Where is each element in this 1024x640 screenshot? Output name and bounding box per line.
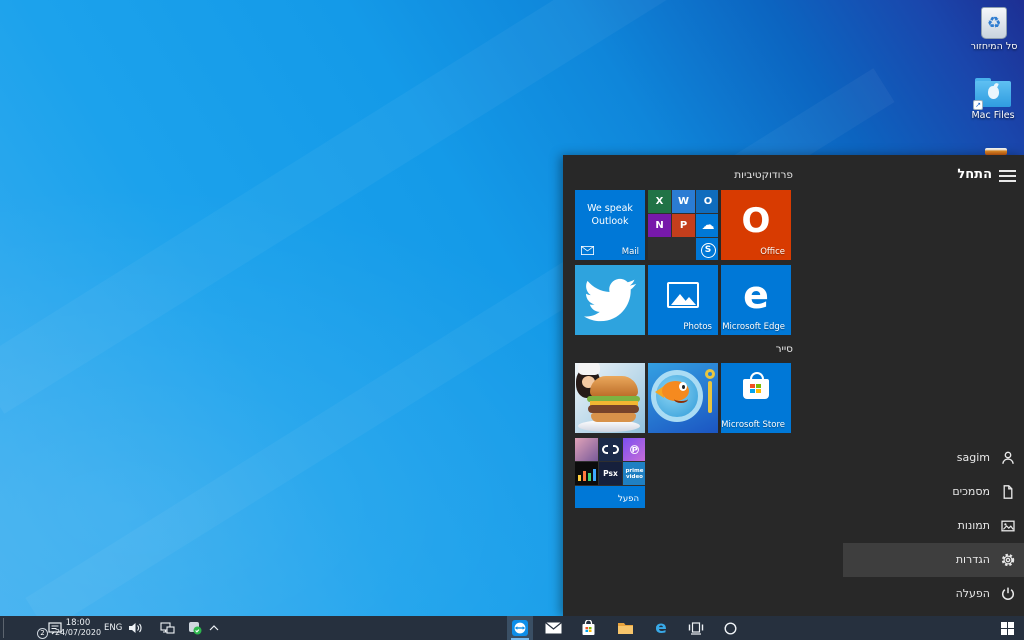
tray-app-button[interactable]	[184, 616, 206, 640]
word-icon: W	[672, 190, 695, 213]
tile-label: Microsoft Edge	[722, 322, 785, 332]
ethernet-icon	[160, 622, 175, 635]
document-icon	[1000, 484, 1016, 500]
user-icon	[1000, 450, 1016, 466]
taskbar-store-button[interactable]	[575, 616, 601, 640]
language-indicator[interactable]: ENG	[104, 623, 122, 633]
chevron-up-icon	[209, 625, 219, 631]
show-desktop-strip[interactable]	[3, 618, 4, 638]
windows-logo-icon	[1001, 622, 1014, 635]
tile-office-group[interactable]: X W O N P ☁ S	[648, 190, 718, 260]
tile-cooking-fever[interactable]	[575, 363, 645, 433]
recycle-bin-icon[interactable]: ♻ סל המיחזור	[966, 7, 1022, 52]
edge-logo-icon: e	[743, 273, 769, 317]
taskbar-edge-button[interactable]: e	[648, 616, 674, 640]
tile-mail[interactable]: We speak Outlook Mail	[575, 190, 645, 260]
clock[interactable]: 18:00 24/07/2020	[52, 618, 104, 638]
folder-icon: ↗	[975, 78, 1011, 108]
powerpoint-icon: P	[672, 214, 695, 237]
taskbar-mail-button[interactable]	[540, 616, 566, 640]
app-status-icon	[188, 621, 202, 635]
tile-section-header-productivity: פרודוקטיביות	[734, 169, 793, 181]
cortana-button[interactable]	[717, 616, 743, 640]
volume-button[interactable]	[124, 616, 146, 640]
desktop: ♻ סל המיחזור ↗ Mac Files התחל פרודוקטיבי…	[0, 0, 1024, 640]
sidebar-item-label: מסמכים	[952, 485, 990, 498]
tile-label: Mail	[622, 247, 639, 257]
start-menu: התחל פרודוקטיביות We speak Outlook Mail …	[563, 155, 1024, 616]
photos-icon	[667, 282, 699, 308]
start-button[interactable]	[992, 616, 1023, 640]
tile-label: Microsoft Store	[721, 420, 785, 430]
sidebar-item-label: הגדרות	[956, 553, 990, 566]
tile-microsoft-store[interactable]: Microsoft Store	[721, 363, 791, 433]
mac-files-label: Mac Files	[971, 110, 1014, 121]
pictures-icon	[1000, 518, 1016, 534]
tile-label: Office	[760, 247, 785, 257]
taskbar: 2 18:00 24/07/2020 ENG	[0, 616, 1024, 640]
partially-hidden-desktop-icon	[985, 148, 1007, 155]
sidebar-item-power[interactable]: הפעלה	[563, 577, 1024, 611]
date: 24/07/2020	[52, 628, 104, 638]
tile-fishdom[interactable]	[648, 363, 718, 433]
time: 18:00	[52, 618, 104, 628]
cortana-icon	[724, 622, 737, 635]
sidebar-item-documents[interactable]: מסמכים	[563, 475, 1024, 509]
store-icon	[581, 620, 596, 636]
task-view-icon	[688, 622, 704, 635]
tile-label: Photos	[683, 322, 712, 332]
gear-icon	[1000, 552, 1016, 568]
store-bag-icon	[743, 379, 769, 399]
tile-twitter[interactable]	[575, 265, 645, 335]
task-view-button[interactable]	[683, 616, 709, 640]
start-menu-title: התחל	[957, 167, 992, 182]
edge-icon: e	[655, 620, 667, 637]
twitter-bird-icon	[584, 274, 636, 326]
tile-photos[interactable]: Photos	[648, 265, 718, 335]
excel-icon: X	[648, 190, 671, 213]
skype-icon: S	[696, 238, 718, 260]
hamburger-menu-icon[interactable]	[999, 170, 1016, 183]
onenote-icon: N	[648, 214, 671, 237]
mac-files-icon[interactable]: ↗ Mac Files	[964, 78, 1022, 121]
outlook-icon: O	[696, 190, 718, 213]
sidebar-item-settings[interactable]: הגדרות	[843, 543, 1024, 577]
recycle-bin-label: סל המיחזור	[971, 41, 1018, 52]
onedrive-icon: ☁	[696, 214, 718, 237]
power-icon	[1000, 586, 1016, 602]
notification-badge: 2	[37, 628, 48, 639]
envelope-icon	[581, 246, 594, 255]
sidebar-item-label: sagim	[957, 451, 990, 464]
sidebar-item-pictures[interactable]: תמונות	[563, 509, 1024, 543]
folder-icon	[617, 621, 634, 635]
speaker-icon	[128, 622, 142, 634]
taskbar-teamviewer-button[interactable]	[507, 616, 533, 640]
network-button[interactable]	[155, 616, 179, 640]
teamviewer-icon	[512, 620, 528, 636]
sidebar-item-user[interactable]: sagim	[563, 441, 1024, 475]
apple-icon	[988, 86, 999, 99]
tile-edge[interactable]: e Microsoft Edge	[721, 265, 791, 335]
recycle-bin-glyph: ♻	[981, 7, 1007, 39]
office-logo-icon: O	[742, 204, 771, 238]
mail-icon	[545, 622, 562, 634]
tile-section-header-explore: סייר	[776, 343, 793, 355]
sidebar-item-label: תמונות	[958, 519, 990, 532]
taskbar-file-explorer-button[interactable]	[612, 616, 638, 640]
tray-expand-button[interactable]	[204, 616, 224, 640]
sidebar-item-label: הפעלה	[956, 587, 990, 600]
mail-live-text: We speak	[575, 202, 645, 215]
tile-office[interactable]: O Office	[721, 190, 791, 260]
shortcut-arrow-icon: ↗	[973, 100, 983, 110]
